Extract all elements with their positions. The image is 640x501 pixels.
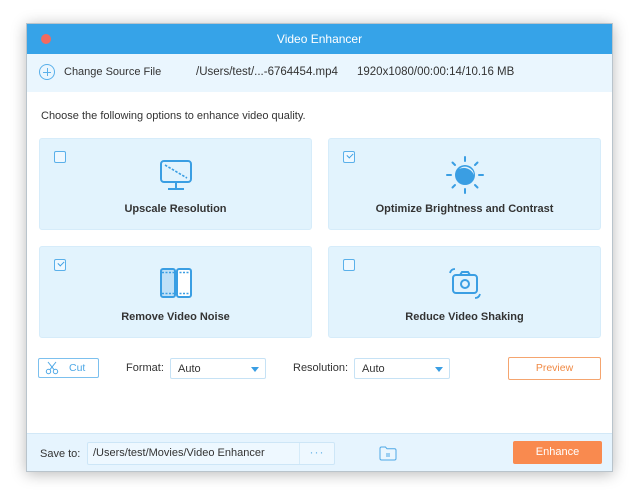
format-value: Auto — [178, 363, 201, 375]
save-to-label: Save to: — [40, 448, 81, 460]
option-remove-video-noise[interactable]: Remove Video Noise — [39, 246, 312, 338]
optimize-brightness-checkbox[interactable] — [343, 151, 355, 163]
resolution-label: Resolution: — [293, 362, 349, 374]
instruction-text: Choose the following options to enhance … — [41, 110, 306, 122]
controls-row: Cut Format: Auto Resolution: Auto Previe… — [27, 357, 612, 381]
change-source-file-button[interactable]: Change Source File — [64, 66, 161, 78]
cut-button[interactable]: Cut — [38, 358, 99, 378]
chevron-down-icon — [251, 367, 259, 372]
remove-video-noise-checkbox[interactable] — [54, 259, 66, 271]
enhance-button[interactable]: Enhance — [513, 441, 602, 464]
option-upscale-resolution[interactable]: Upscale Resolution — [39, 138, 312, 230]
format-label: Format: — [126, 362, 164, 374]
upscale-resolution-checkbox[interactable] — [54, 151, 66, 163]
option-reduce-video-shaking[interactable]: Reduce Video Shaking — [328, 246, 601, 338]
monitor-icon — [159, 160, 192, 190]
brightness-icon — [445, 156, 484, 194]
resolution-select[interactable]: Auto — [354, 358, 450, 379]
option-label: Reduce Video Shaking — [405, 311, 524, 323]
resolution-value: Auto — [362, 363, 385, 375]
browse-button[interactable]: ··· — [299, 443, 334, 464]
option-label: Remove Video Noise — [121, 311, 230, 323]
close-window-button[interactable] — [41, 34, 51, 44]
open-folder-icon[interactable] — [379, 446, 397, 461]
video-enhancer-window: Video Enhancer Change Source File /Users… — [26, 23, 613, 472]
source-file-bar: Change Source File /Users/test/...-67644… — [27, 54, 612, 92]
option-optimize-brightness[interactable]: Optimize Brightness and Contrast — [328, 138, 601, 230]
save-path-value: /Users/test/Movies/Video Enhancer — [93, 447, 265, 459]
scissors-icon — [45, 361, 59, 375]
footer-bar: Save to: /Users/test/Movies/Video Enhanc… — [27, 433, 612, 471]
format-select[interactable]: Auto — [170, 358, 266, 379]
save-path-field[interactable]: /Users/test/Movies/Video Enhancer ··· — [87, 442, 335, 465]
option-label: Upscale Resolution — [124, 203, 227, 215]
add-circle-icon[interactable] — [39, 64, 55, 80]
source-file-path: /Users/test/...-6764454.mp4 — [196, 66, 338, 78]
chevron-down-icon — [435, 367, 443, 372]
camera-stabilize-icon — [448, 268, 481, 299]
cut-label: Cut — [69, 362, 86, 374]
window-title: Video Enhancer — [276, 32, 363, 46]
option-label: Optimize Brightness and Contrast — [375, 203, 554, 215]
film-icon — [159, 268, 192, 298]
source-file-info: 1920x1080/00:00:14/10.16 MB — [357, 66, 515, 78]
preview-button[interactable]: Preview — [508, 357, 601, 380]
reduce-video-shaking-checkbox[interactable] — [343, 259, 355, 271]
title-bar: Video Enhancer — [27, 24, 612, 54]
